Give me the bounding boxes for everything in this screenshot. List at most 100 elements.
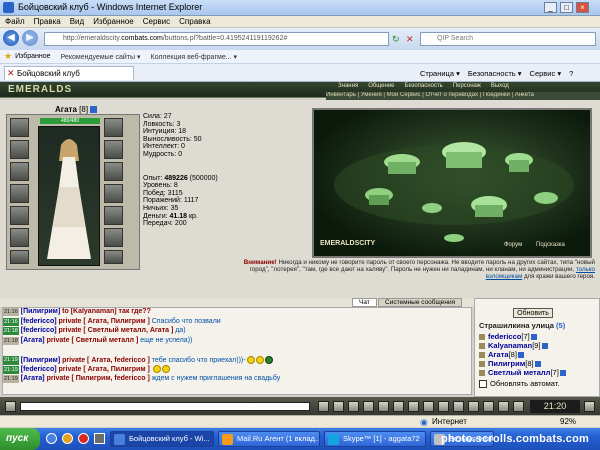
info-icon-2[interactable] [513,401,524,412]
chat-sender[interactable]: [federicco] [21,366,59,373]
chat-sender[interactable]: [Пилигрим] [21,356,62,363]
ie-quicklaunch-icon[interactable] [46,433,57,444]
exit-icon[interactable] [584,401,595,412]
task-ie[interactable]: Бойцовский клуб - Wi... [110,431,214,447]
menu-help[interactable]: Справка [179,16,210,28]
zoom-level[interactable]: 92% [560,417,576,426]
equip-slot-ring1[interactable] [104,184,123,203]
user-info-icon[interactable] [541,343,548,350]
user-list-item[interactable]: Агата[8] [479,350,599,359]
address-input[interactable]: http://emeraldscity.combats.com/buttons.… [44,32,389,46]
equip-slot-bracers[interactable] [104,118,123,137]
game-subnav[interactable]: Инвентарь | Умения | Мой Сервис | Отчет … [326,92,600,100]
equip-slot-misc[interactable] [10,250,29,264]
user-name[interactable]: Светлый металл [488,368,550,377]
nav-character[interactable]: Персонаж [453,83,481,91]
search-input[interactable]: QIP Search [420,32,596,46]
chat-sender[interactable]: [Пилигрим] [21,308,62,315]
private-message-icon[interactable] [479,343,485,350]
maximize-button[interactable]: □ [560,2,573,13]
forum-link[interactable]: Форум [504,242,522,248]
user-info-icon[interactable] [534,361,541,368]
back-button[interactable]: ◀ [3,30,19,46]
chat-sender[interactable]: [Пилигрим] [21,394,62,395]
chat-recipients[interactable]: private [ Агата, federicco ] [62,356,152,363]
nav-exit[interactable]: Выход [491,83,509,91]
map-icon[interactable] [468,401,479,412]
favorites-item-recommended[interactable]: Рекомендуемые сайты ▾ [61,53,141,61]
menu-view[interactable]: Вид [70,16,84,28]
tab-chat[interactable]: Чат [352,298,377,307]
page-menu[interactable]: Страница ▾ [420,69,460,78]
forward-button[interactable]: ▶ [22,30,38,46]
tab-fightclub[interactable]: ✕ Бойцовский клуб [4,66,134,80]
nav-security[interactable]: Безопасность [405,83,443,91]
city-scene[interactable]: EMERALDSCITY Форум Подсказка [312,108,592,258]
equip-slot-necklace[interactable] [10,162,29,181]
firefox-quicklaunch-icon[interactable] [62,433,73,444]
safety-menu[interactable]: Безопасность ▾ [468,69,522,78]
filter-icon[interactable] [348,401,359,412]
favorites-item-collection[interactable]: Коллекция веб-фрагме... ▾ [151,53,238,61]
private-message-icon[interactable] [479,361,485,368]
equip-slot-helmet[interactable] [10,118,29,137]
equip-slot-earrings[interactable] [10,140,29,159]
user-name[interactable]: federicco [488,332,521,341]
clear-icon[interactable] [333,401,344,412]
task-skype[interactable]: Skype™ [1] - aggata72 [324,431,426,447]
close-button[interactable]: × [576,2,589,13]
chat-recipients[interactable]: private [ Пилигрим, federicco ] [47,375,152,382]
chat-recipients[interactable]: private [ Агата, Пилигрим ] [59,318,152,325]
user-info-icon[interactable] [517,352,524,359]
chat-sender[interactable]: [federicco] [21,327,59,334]
translit-icon[interactable] [363,401,374,412]
private-message-icon[interactable] [479,370,485,377]
chat-input[interactable] [20,402,310,411]
user-info-icon[interactable] [530,334,537,341]
user-list-item[interactable]: Пилигрим[8] [479,359,599,368]
nav-chat[interactable]: Общение [368,83,394,91]
nav-knowledge[interactable]: Знания [338,83,358,91]
chat-mode-icon[interactable] [5,401,16,412]
refresh-icon[interactable]: ↻ [392,34,402,44]
settings-icon[interactable] [423,401,434,412]
smiles-icon[interactable] [378,401,389,412]
info-icon[interactable] [90,106,98,114]
chat-recipients[interactable]: private [ Агата, Пилигрим ] [59,366,152,373]
hint-link[interactable]: Подсказка [536,242,565,248]
user-name[interactable]: Kalyanaman [488,341,532,350]
equip-slot-shield[interactable] [104,162,123,181]
equip-slot-weapon[interactable] [10,184,29,203]
chat-sender[interactable]: [Агата] [21,337,47,344]
auto-refresh-checkbox[interactable] [479,379,487,388]
tools-menu[interactable]: Сервис ▾ [530,69,562,78]
sound-icon[interactable] [393,401,404,412]
refresh-button[interactable]: Обновить [513,308,553,318]
equip-slot-boots[interactable] [104,250,123,264]
chat-sender[interactable]: [Агата] [21,375,47,382]
user-name[interactable]: Пилигрим [488,359,525,368]
favorites-label[interactable]: Избранное [15,53,50,60]
menu-edit[interactable]: Правка [34,16,61,28]
menu-tools[interactable]: Сервис [143,16,170,28]
chat-recipients[interactable]: private [ Агата, federicco ] [62,394,152,395]
opera-quicklaunch-icon[interactable] [78,433,89,444]
help-menu[interactable]: ? [569,69,573,78]
private-message-icon[interactable] [479,352,485,359]
start-button[interactable]: пуск [0,428,40,450]
private-message-icon[interactable] [479,334,485,341]
desktop-quicklaunch-icon[interactable] [94,433,105,444]
user-list-item[interactable]: Kalyanaman[9] [479,341,599,350]
user-list-item[interactable]: federicco[7] [479,332,599,341]
lock-icon[interactable] [408,401,419,412]
send-icon[interactable] [318,401,329,412]
chat-recipients[interactable]: to [Kalyanaman] так где?? [62,308,151,315]
scroll-icon[interactable] [453,401,464,412]
chat-sender[interactable]: [federicco] [21,318,59,325]
equip-slot-gloves[interactable] [104,140,123,159]
menu-favorites[interactable]: Избранное [93,16,134,28]
user-list-item[interactable]: Светлый металл[7] [479,368,599,377]
task-mailru[interactable]: Mail.Ru Агент (1 вклад... [218,431,320,447]
minimize-button[interactable]: _ [544,2,557,13]
equip-slot-pants[interactable] [104,228,123,247]
